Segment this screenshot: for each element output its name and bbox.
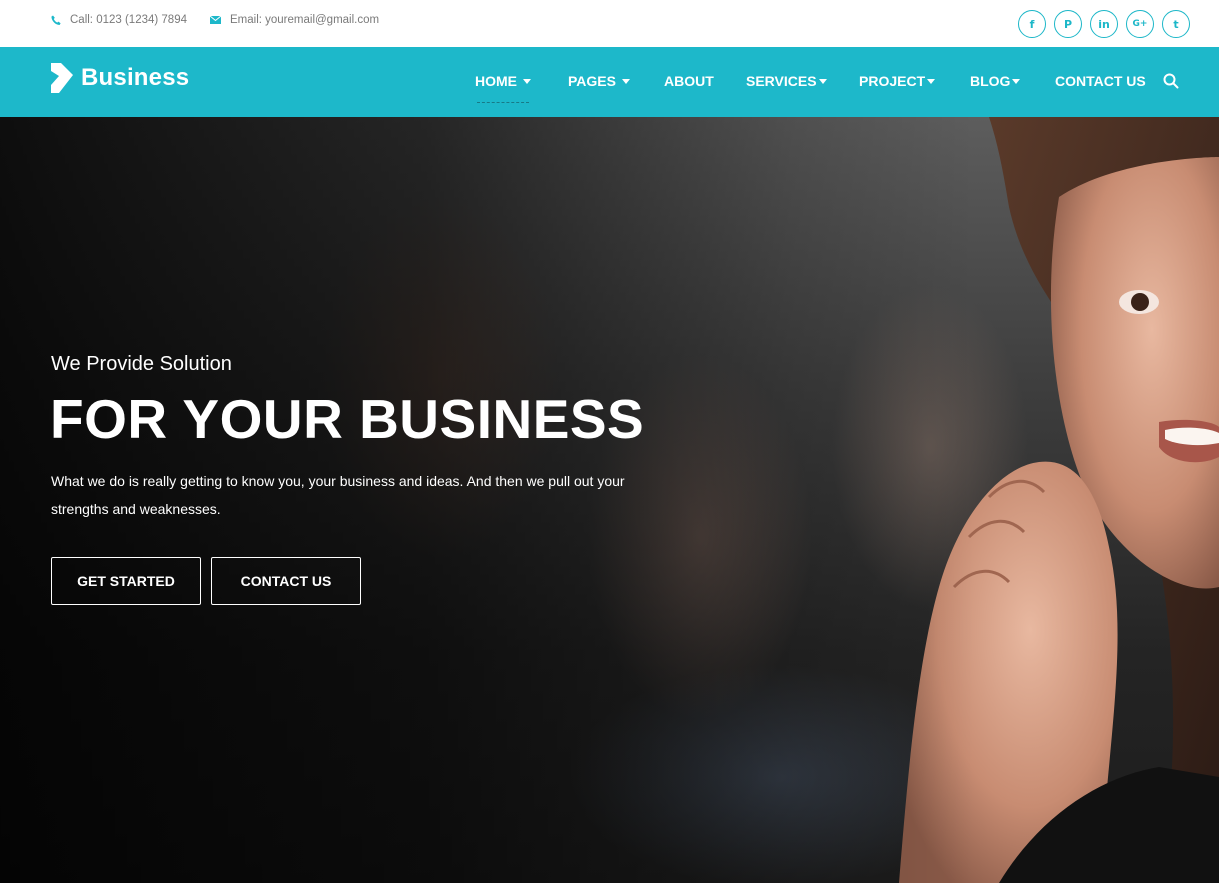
nav-item-label: SERVICES: [746, 73, 817, 89]
caret-down-icon: [927, 78, 936, 84]
active-indicator: [477, 102, 529, 104]
phone-icon: [51, 15, 61, 25]
nav-menu: HOME PAGES ABOUT SERVICES PROJECT BLOG C…: [0, 73, 1219, 93]
social-links: f P in G+ t: [1018, 10, 1190, 38]
hero-description: What we do is really getting to know you…: [51, 473, 625, 517]
hero-subtitle: We Provide Solution: [51, 353, 232, 375]
phone-label: Call: 0123 (1234) 7894: [70, 14, 187, 26]
twitter-icon[interactable]: t: [1162, 10, 1190, 38]
search-button[interactable]: [1163, 73, 1181, 91]
nav-item-blog[interactable]: BLOG: [970, 73, 1021, 89]
contact-us-button[interactable]: CONTACT US: [211, 557, 361, 605]
search-icon: [1163, 73, 1179, 89]
nav-item-label: PROJECT: [859, 73, 926, 89]
nav-item-home[interactable]: HOME: [475, 73, 531, 89]
hero-section: We Provide Solution FOR YOUR BUSINESS Wh…: [0, 117, 1219, 883]
envelope-icon: [210, 16, 221, 24]
pinterest-icon[interactable]: P: [1054, 10, 1082, 38]
caret-down-icon: [621, 78, 630, 84]
nav-item-label: BLOG: [970, 73, 1011, 89]
facebook-icon[interactable]: f: [1018, 10, 1046, 38]
google-plus-icon[interactable]: G+: [1126, 10, 1154, 38]
get-started-button[interactable]: GET STARTED: [51, 557, 201, 605]
caret-down-icon: [818, 78, 827, 84]
nav-item-pages[interactable]: PAGES: [568, 73, 630, 89]
hero-title: FOR YOUR BUSINESS: [50, 388, 645, 450]
caret-down-icon: [523, 78, 531, 84]
top-bar: Call: 0123 (1234) 7894 Email: youremail@…: [0, 0, 1219, 47]
nav-item-label: PAGES: [568, 73, 616, 89]
nav-item-label: CONTACT US: [1055, 73, 1146, 89]
phone-contact[interactable]: Call: 0123 (1234) 7894: [51, 14, 187, 26]
main-navbar: Business HOME PAGES ABOUT SERVICES PROJE…: [0, 47, 1219, 117]
email-contact[interactable]: Email: youremail@gmail.com: [210, 14, 379, 26]
nav-item-contact[interactable]: CONTACT US: [1055, 73, 1146, 89]
nav-item-label: HOME: [475, 73, 517, 89]
email-label: Email: youremail@gmail.com: [230, 14, 380, 26]
linkedin-icon[interactable]: in: [1090, 10, 1118, 38]
nav-item-services[interactable]: SERVICES: [746, 73, 827, 89]
nav-item-about[interactable]: ABOUT: [664, 73, 714, 89]
nav-item-project[interactable]: PROJECT: [859, 73, 936, 89]
nav-item-label: ABOUT: [664, 73, 714, 89]
caret-down-icon: [1012, 78, 1021, 84]
